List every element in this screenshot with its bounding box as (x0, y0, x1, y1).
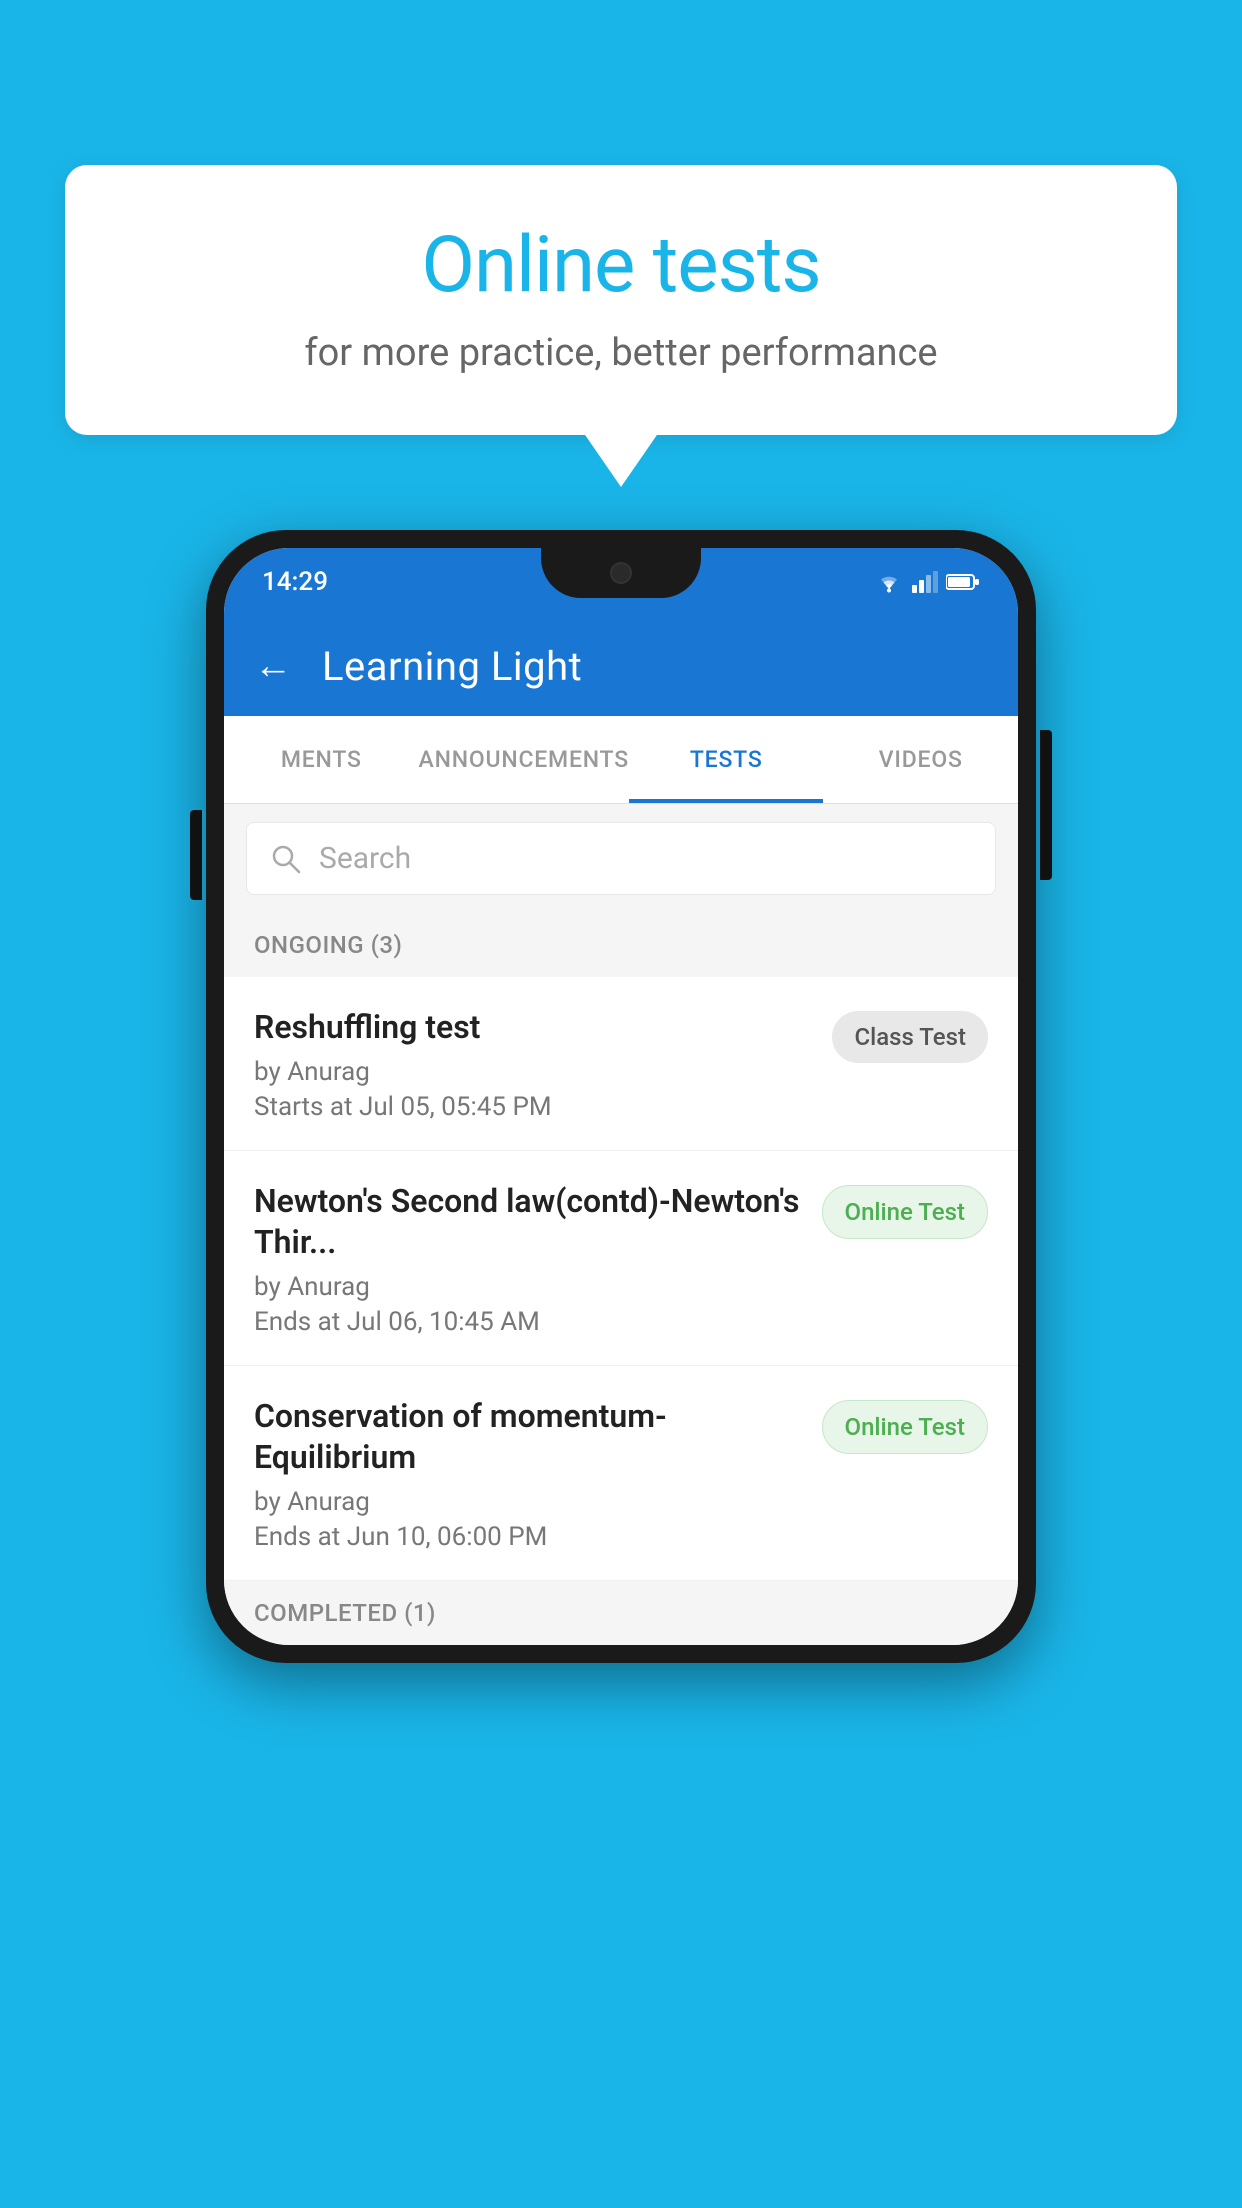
test-item[interactable]: Reshuffling test by Anurag Starts at Jul… (224, 977, 1018, 1151)
test-info-3: Conservation of momentum-Equilibrium by … (254, 1396, 822, 1552)
test-badge-3: Online Test (822, 1400, 988, 1454)
search-placeholder: Search (319, 841, 411, 876)
test-name-1: Reshuffling test (254, 1007, 812, 1049)
ongoing-section-header: ONGOING (3) (224, 913, 1018, 977)
test-date-3: Ends at Jun 10, 06:00 PM (254, 1522, 802, 1552)
phone-inner: 14:29 (224, 548, 1018, 1645)
speech-bubble-container: Online tests for more practice, better p… (65, 165, 1177, 435)
test-author-1: by Anurag (254, 1057, 812, 1087)
tests-list: Reshuffling test by Anurag Starts at Jul… (224, 977, 1018, 1581)
bubble-subtitle: for more practice, better performance (125, 331, 1117, 375)
tab-tests[interactable]: TESTS (629, 716, 824, 803)
header-title: Learning Light (322, 643, 582, 690)
phone-container: 14:29 (206, 530, 1036, 1663)
notch (541, 548, 701, 598)
test-author-3: by Anurag (254, 1487, 802, 1517)
camera-dot (610, 562, 632, 584)
tabs-container: MENTS ANNOUNCEMENTS TESTS VIDEOS (224, 716, 1018, 804)
test-date-2: Ends at Jul 06, 10:45 AM (254, 1307, 802, 1337)
battery-icon (946, 573, 980, 591)
test-badge-2: Online Test (822, 1185, 988, 1239)
test-item[interactable]: Conservation of momentum-Equilibrium by … (224, 1366, 1018, 1581)
app-header: ← Learning Light (224, 616, 1018, 716)
test-info-2: Newton's Second law(contd)-Newton's Thir… (254, 1181, 822, 1337)
test-badge-1: Class Test (832, 1011, 988, 1063)
test-author-2: by Anurag (254, 1272, 802, 1302)
ongoing-section-title: ONGOING (3) (254, 931, 402, 959)
wifi-icon (874, 571, 904, 593)
status-time: 14:29 (262, 567, 328, 597)
status-bar: 14:29 (224, 548, 1018, 616)
test-item[interactable]: Newton's Second law(contd)-Newton's Thir… (224, 1151, 1018, 1366)
test-info-1: Reshuffling test by Anurag Starts at Jul… (254, 1007, 832, 1122)
status-bar-icons (874, 571, 980, 593)
completed-section-title: COMPLETED (1) (254, 1599, 436, 1627)
tab-ments[interactable]: MENTS (224, 716, 419, 803)
tab-videos[interactable]: VIDEOS (823, 716, 1018, 803)
search-icon (271, 844, 301, 874)
search-bar[interactable]: Search (246, 822, 996, 895)
signal-icon (912, 571, 938, 593)
speech-bubble: Online tests for more practice, better p… (65, 165, 1177, 435)
search-container: Search (224, 804, 1018, 913)
test-name-3: Conservation of momentum-Equilibrium (254, 1396, 802, 1479)
bubble-title: Online tests (125, 220, 1117, 311)
phone-frame: 14:29 (206, 530, 1036, 1663)
test-date-1: Starts at Jul 05, 05:45 PM (254, 1092, 812, 1122)
completed-section-header: COMPLETED (1) (224, 1581, 1018, 1645)
back-button[interactable]: ← (254, 644, 292, 688)
test-name-2: Newton's Second law(contd)-Newton's Thir… (254, 1181, 802, 1264)
tab-announcements[interactable]: ANNOUNCEMENTS (419, 716, 629, 803)
